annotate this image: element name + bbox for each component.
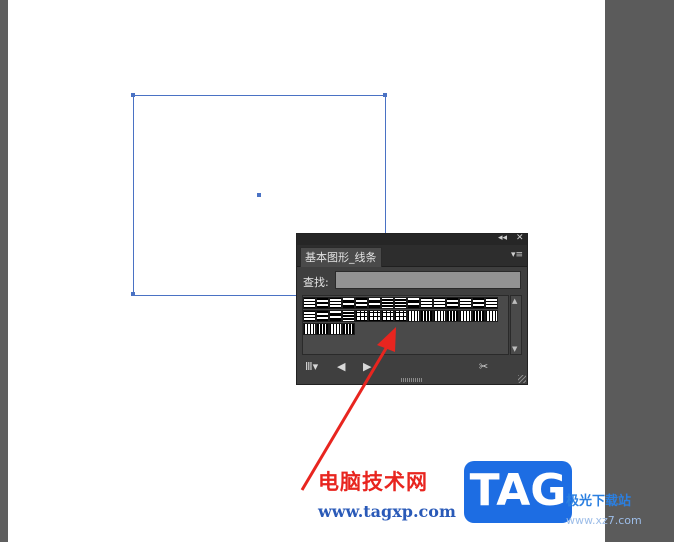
arrow-head <box>377 327 396 352</box>
watermark-right-text: 极光下载站 <box>566 494 632 509</box>
watermark-right-url: www.xz7.com <box>566 514 642 527</box>
watermark-site-name: 电脑技术网 <box>318 470 428 494</box>
watermark-url: www.tagxp.com <box>318 502 456 521</box>
watermark-logo-text: TAG <box>469 465 567 516</box>
annotation-arrow <box>300 327 396 491</box>
watermark-logo: TAG <box>464 461 572 523</box>
